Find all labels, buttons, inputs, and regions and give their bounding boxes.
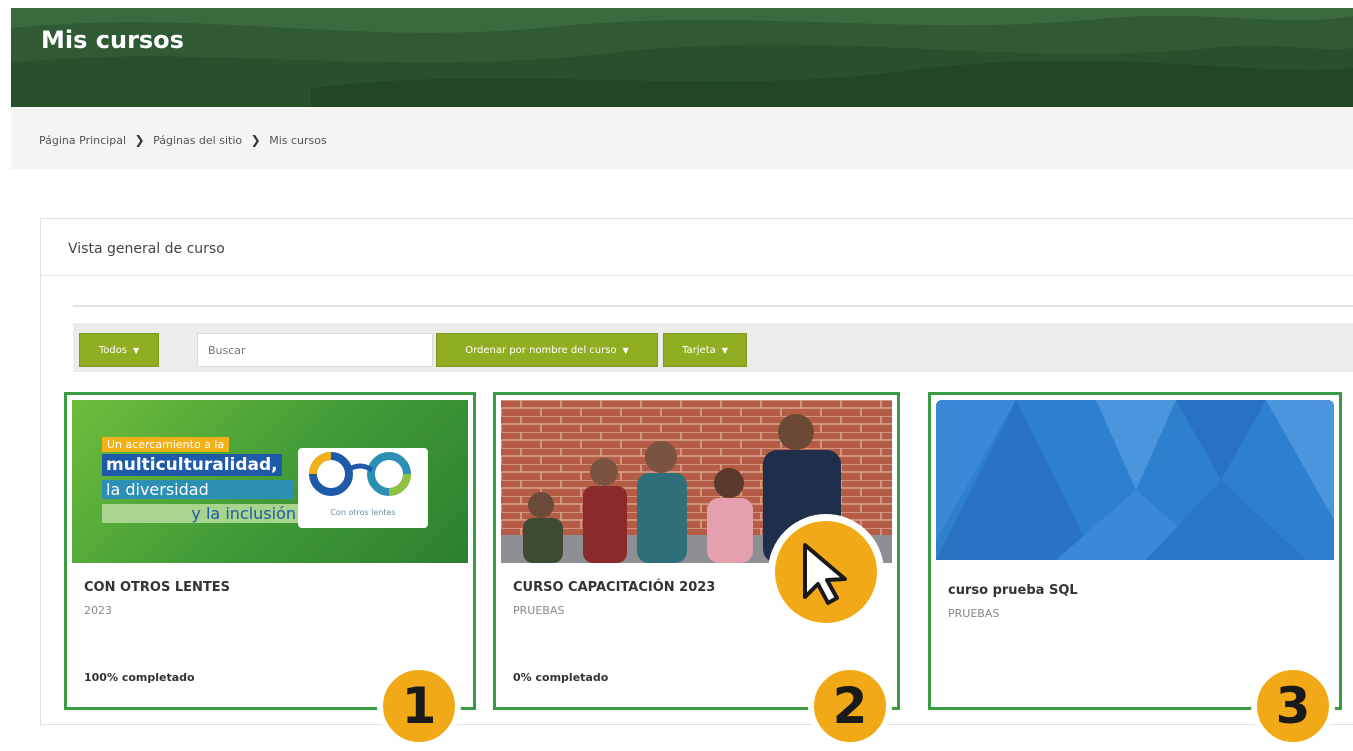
course-image-text: Un acercamiento a la (102, 437, 230, 452)
course-category: PRUEBAS (513, 604, 565, 617)
grouping-label: Todos (98, 344, 128, 356)
course-image (936, 400, 1334, 560)
divider (73, 305, 1353, 307)
filter-bar: Todos ▼ Ordenar por nombre del curso ▼ T… (73, 323, 1353, 372)
chevron-down-icon: ▼ (133, 345, 140, 355)
course-category: PRUEBAS (948, 607, 1000, 620)
banner-wave-decoration (11, 8, 1353, 107)
logo-caption: Con otros lentes (330, 508, 396, 517)
course-progress: 0% completado (513, 671, 609, 684)
course-image-text: la diversidad (102, 480, 294, 499)
view-dropdown[interactable]: Tarjeta ▼ (663, 333, 747, 367)
chevron-down-icon: ▼ (622, 345, 629, 355)
page-header-banner: Mis cursos (11, 8, 1353, 107)
chevron-down-icon: ▼ (721, 345, 728, 355)
course-title[interactable]: CURSO CAPACITACIÓN 2023 (513, 580, 715, 595)
view-label: Tarjeta (682, 344, 716, 356)
pattern-image (936, 400, 1334, 560)
chevron-right-icon: ❯ (134, 133, 145, 147)
breadcrumb-site-pages[interactable]: Páginas del sitio (153, 134, 242, 147)
step-badge-2: 2 (808, 664, 892, 748)
block-title: Vista general de curso (68, 241, 225, 257)
block-header: Vista general de curso (41, 219, 1353, 276)
cursor-badge (768, 514, 884, 630)
search-input[interactable] (197, 333, 433, 367)
step-badge-3: 3 (1251, 664, 1335, 748)
pointer-cursor-icon (803, 543, 847, 605)
sort-label: Ordenar por nombre del curso (465, 344, 617, 356)
breadcrumb-home[interactable]: Página Principal (39, 134, 126, 147)
course-image-text: multiculturalidad, (102, 454, 282, 476)
breadcrumb: Página Principal ❯ Páginas del sitio ❯ M… (39, 133, 327, 147)
page-title: Mis cursos (41, 26, 184, 54)
course-title[interactable]: CON OTROS LENTES (84, 580, 230, 595)
glasses-logo: Con otros lentes (298, 448, 428, 528)
course-progress: 100% completado (84, 671, 195, 684)
chevron-right-icon: ❯ (250, 133, 261, 147)
course-title[interactable]: curso prueba SQL (948, 583, 1078, 598)
course-card[interactable]: Un acercamiento a la multiculturalidad, … (64, 392, 476, 710)
sort-dropdown[interactable]: Ordenar por nombre del curso ▼ (436, 333, 658, 367)
course-category: 2023 (84, 604, 112, 617)
glasses-icon (309, 452, 411, 496)
grouping-dropdown[interactable]: Todos ▼ (79, 333, 159, 367)
step-badge-1: 1 (377, 664, 461, 748)
course-image-text: y la inclusión (102, 504, 300, 523)
course-card[interactable]: curso prueba SQL PRUEBAS (928, 392, 1342, 710)
breadcrumb-bar: Página Principal ❯ Páginas del sitio ❯ M… (11, 107, 1353, 169)
breadcrumb-current: Mis cursos (269, 134, 327, 147)
course-image: Un acercamiento a la multiculturalidad, … (72, 400, 468, 563)
